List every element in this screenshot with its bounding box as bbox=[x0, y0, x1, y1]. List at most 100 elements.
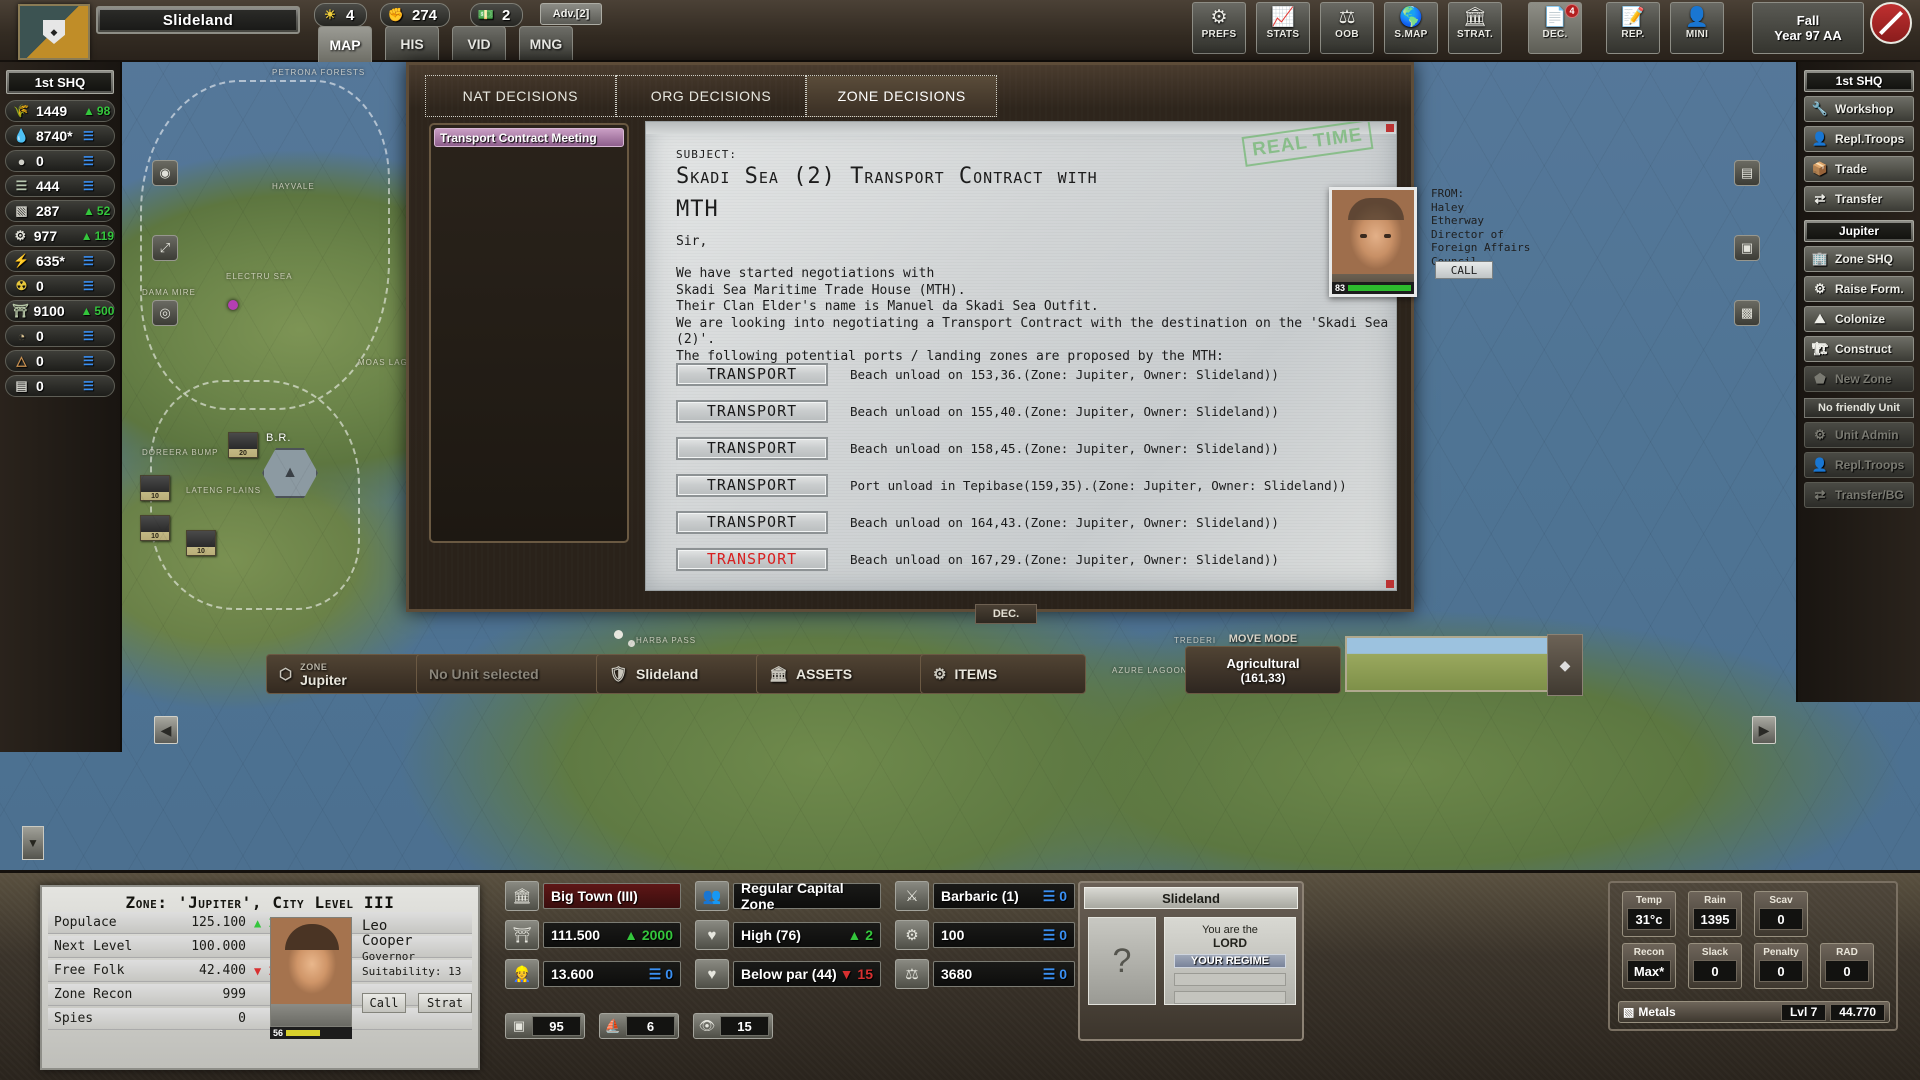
resource-row-vehicle[interactable]: ▤ 0 ☰ bbox=[5, 375, 115, 397]
map-scroll-left-button[interactable]: ◀ bbox=[154, 716, 178, 744]
right-button-transfer[interactable]: ⇄ Transfer bbox=[1804, 186, 1914, 212]
transport-button[interactable]: TRANSPORT bbox=[676, 510, 828, 534]
map-panel-button-2[interactable]: ▣ bbox=[1734, 235, 1760, 261]
env-cell-rad[interactable]: RAD 0 bbox=[1820, 943, 1874, 989]
resource-row-metal[interactable]: ▧ 287 ▲ 52 bbox=[5, 200, 115, 222]
tab-org-decisions[interactable]: ORG DECISIONS bbox=[615, 75, 807, 117]
env-cell-scav[interactable]: Scav 0 bbox=[1754, 891, 1808, 937]
stat-cell-population2[interactable]: ⚙ 100 ☰ 0 bbox=[895, 920, 1075, 950]
tab-nat-decisions[interactable]: NAT DECISIONS bbox=[425, 75, 616, 117]
advance-button[interactable]: Adv.[2] bbox=[540, 3, 602, 25]
map-unit[interactable]: 10 bbox=[140, 515, 170, 541]
toolbar-strat-button[interactable]: 🏛 STRAT. bbox=[1448, 2, 1502, 54]
stat-small-boat[interactable]: ⛵ 6 bbox=[599, 1013, 679, 1039]
stop-button[interactable] bbox=[1870, 2, 1912, 44]
right-button-transfer-bg[interactable]: ⇄ Transfer/BG bbox=[1804, 482, 1914, 508]
stat-small-recon[interactable]: 👁 15 bbox=[693, 1013, 773, 1039]
stat-cell-production[interactable]: ⚖ 3680 ☰ 0 bbox=[895, 959, 1075, 989]
resource-row-machine[interactable]: ⚙ 977 ▲ 119 bbox=[5, 225, 115, 247]
stat-small-supply[interactable]: ▣ 95 bbox=[505, 1013, 585, 1039]
move-mode-panel[interactable]: MOVE MODE Agricultural (161,33) bbox=[1185, 633, 1341, 694]
call-button[interactable]: CALL bbox=[1435, 261, 1493, 279]
nav-tab-vid[interactable]: VID bbox=[452, 26, 506, 60]
right-button-unit-admin[interactable]: ⚙ Unit Admin bbox=[1804, 422, 1914, 448]
map-city-hex[interactable]: ▲ bbox=[262, 448, 318, 498]
status-items[interactable]: ⚙ ITEMS bbox=[920, 654, 1086, 694]
resource-row-water[interactable]: 💧 8740* ☰ bbox=[5, 125, 115, 147]
regime-your-regime-button[interactable]: YOUR REGIME bbox=[1174, 954, 1286, 969]
toolbar-rep-button[interactable]: 📝 REP. bbox=[1606, 2, 1660, 54]
resource-row-oil[interactable]: ● 0 ☰ bbox=[5, 150, 115, 172]
right-button-workshop[interactable]: 🔧 Workshop bbox=[1804, 96, 1914, 122]
map-zoom-button[interactable]: ⤢ bbox=[152, 235, 178, 261]
toolbar-mini-button[interactable]: 👤 MINI bbox=[1670, 2, 1724, 54]
resource-row-troops[interactable]: ⛩ 9100 ▲ 500 bbox=[5, 300, 115, 322]
stat-cell-capital[interactable]: 👥 Regular Capital Zone bbox=[695, 880, 881, 912]
governor-strat-button[interactable]: Strat bbox=[418, 993, 472, 1013]
transport-button-warn[interactable]: TRANSPORT bbox=[676, 547, 828, 571]
status-owner[interactable]: 🛡 Slideland bbox=[596, 654, 772, 694]
toolbar-prefs-button[interactable]: ⚙ PREFS bbox=[1192, 2, 1246, 54]
toolbar-oob-button[interactable]: ⚖ OOB bbox=[1320, 2, 1374, 54]
stat-cell-city[interactable]: 🏛 Big Town (III) bbox=[505, 881, 681, 911]
transport-button[interactable]: TRANSPORT bbox=[676, 399, 828, 423]
nav-tab-mng[interactable]: MNG bbox=[519, 26, 573, 60]
right-button-new-zone[interactable]: ⬟ New Zone bbox=[1804, 366, 1914, 392]
toolbar-dec-button[interactable]: 4 📄 DEC. bbox=[1528, 2, 1582, 54]
top-resource-money[interactable]: 💵 2 bbox=[470, 3, 524, 27]
map-target-button[interactable]: ◎ bbox=[152, 300, 178, 326]
env-cell-slack[interactable]: Slack 0 bbox=[1688, 943, 1742, 989]
regime-unknown-icon[interactable]: ? bbox=[1088, 917, 1156, 1005]
right-button-repl-troops-2[interactable]: 👤 Repl.Troops bbox=[1804, 452, 1914, 478]
nav-tab-his[interactable]: HIS bbox=[385, 26, 439, 60]
resource-row-fuel[interactable]: ☰ 444 ☰ bbox=[5, 175, 115, 197]
env-cell-penalty[interactable]: Penalty 0 bbox=[1754, 943, 1808, 989]
env-cell-rain[interactable]: Rain 1395 bbox=[1688, 891, 1742, 937]
faction-flag[interactable]: ◆ bbox=[18, 4, 90, 60]
panel-collapse-button[interactable]: ▼ bbox=[22, 826, 44, 860]
dec-marker[interactable]: DEC. bbox=[975, 604, 1037, 624]
map-marker[interactable] bbox=[628, 640, 635, 647]
stat-cell-engineers[interactable]: 👷 13.600 ☰ 0 bbox=[505, 959, 681, 989]
map-scroll-right-button[interactable]: ▶ bbox=[1752, 716, 1776, 744]
right-button-repl-troops[interactable]: 👤 Repl.Troops bbox=[1804, 126, 1914, 152]
right-button-raise-form[interactable]: ⚙ Raise Form. bbox=[1804, 276, 1914, 302]
resource-row-power[interactable]: ⚡ 635* ☰ bbox=[5, 250, 115, 272]
map-unit[interactable]: 20 bbox=[228, 432, 258, 458]
map-unit[interactable]: 10 bbox=[186, 530, 216, 556]
governor-portrait[interactable] bbox=[270, 917, 352, 1027]
resource-row-grain[interactable]: 🌾 1449 ▲ 98 bbox=[5, 100, 115, 122]
nav-tab-map[interactable]: MAP bbox=[318, 26, 372, 62]
terrain-cap-icon[interactable]: ◆ bbox=[1547, 634, 1583, 696]
right-button-trade[interactable]: 📦 Trade bbox=[1804, 156, 1914, 182]
map-unit[interactable]: 10 bbox=[140, 475, 170, 501]
transport-button[interactable]: TRANSPORT bbox=[676, 436, 828, 460]
top-resource-fist[interactable]: ✊ 274 bbox=[380, 3, 451, 27]
map-panel-button[interactable]: ▤ bbox=[1734, 160, 1760, 186]
env-cell-temp[interactable]: Temp 31°c bbox=[1622, 891, 1676, 937]
stat-cell-workers[interactable]: ⛩ 111.500 ▲ 2000 bbox=[505, 920, 681, 950]
top-resource-sun[interactable]: ☀ 4 bbox=[314, 3, 368, 27]
env-cell-recon[interactable]: Recon Max* bbox=[1622, 943, 1676, 989]
transport-button[interactable]: TRANSPORT bbox=[676, 473, 828, 497]
decision-list-item[interactable]: Transport Contract Meeting bbox=[434, 128, 624, 147]
toolbar-smap-button[interactable]: 🌎 S.MAP bbox=[1384, 2, 1438, 54]
sender-portrait[interactable]: 83 bbox=[1329, 187, 1417, 297]
resource-row-ammo[interactable]: △ 0 ☰ bbox=[5, 350, 115, 372]
toolbar-stats-button[interactable]: 📈 STATS bbox=[1256, 2, 1310, 54]
map-marker[interactable] bbox=[614, 630, 623, 639]
tab-zone-decisions[interactable]: ZONE DECISIONS bbox=[806, 75, 998, 117]
stat-cell-loyalty[interactable]: ♥ Below par (44) ▼ 15 bbox=[695, 959, 881, 989]
transport-button[interactable]: TRANSPORT bbox=[676, 362, 828, 386]
right-button-zone-shq[interactable]: 🏢 Zone SHQ bbox=[1804, 246, 1914, 272]
map-layer-button[interactable]: ◉ bbox=[152, 160, 178, 186]
stat-cell-barbaric[interactable]: ⚔ Barbaric (1) ☰ 0 bbox=[895, 881, 1075, 911]
resource-row-supply[interactable]: ◔ 0 ☰ bbox=[5, 325, 115, 347]
right-button-construct[interactable]: 🏗 Construct bbox=[1804, 336, 1914, 362]
status-unit[interactable]: No Unit selected bbox=[416, 654, 602, 694]
governor-call-button[interactable]: Call bbox=[362, 993, 406, 1013]
resource-row-rad[interactable]: ☢ 0 ☰ bbox=[5, 275, 115, 297]
stat-cell-morale[interactable]: ♥ High (76) ▲ 2 bbox=[695, 920, 881, 950]
metals-row[interactable]: ▧ Metals Lvl 7 44.770 bbox=[1618, 1001, 1890, 1023]
status-assets[interactable]: 🏛 ASSETS bbox=[756, 654, 926, 694]
